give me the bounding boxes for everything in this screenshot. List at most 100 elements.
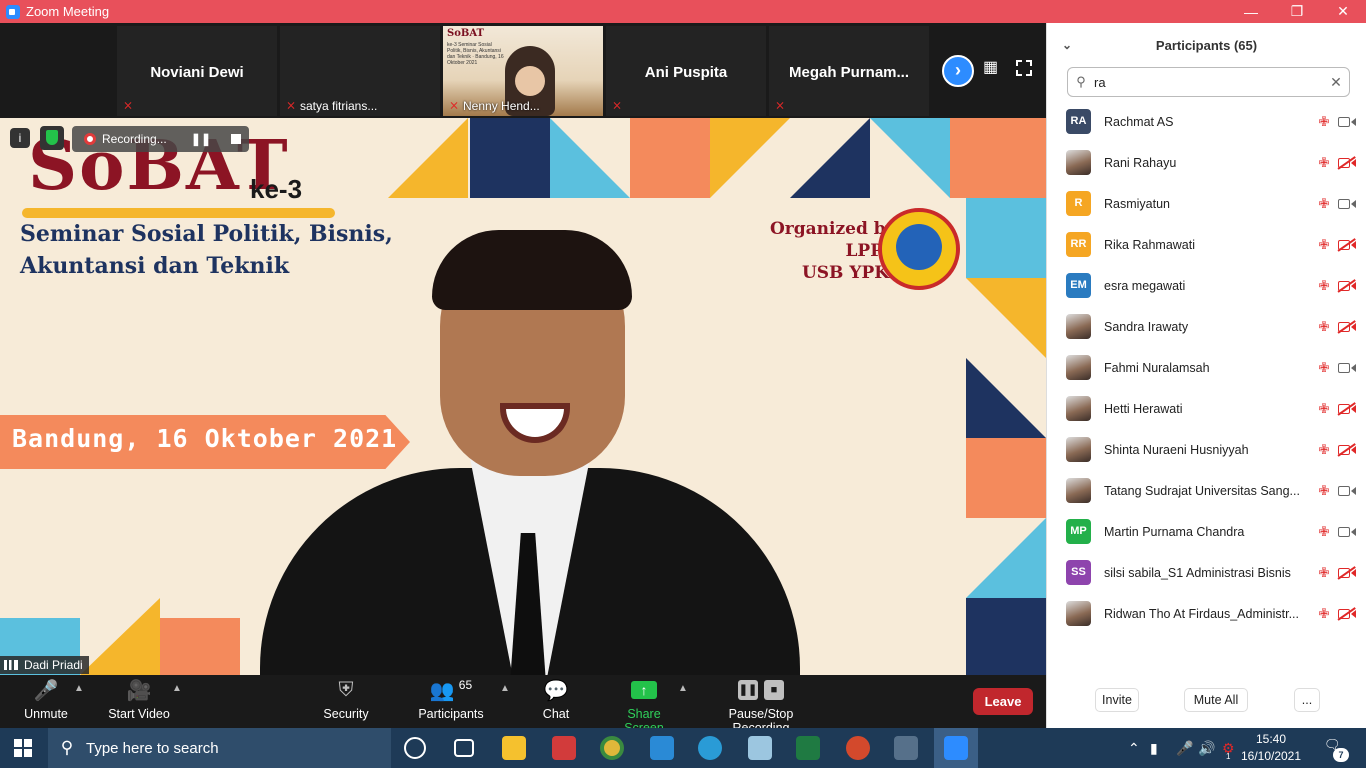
mic-muted-icon[interactable]: ✙	[1312, 114, 1336, 130]
taskbar-search-input[interactable]: ⚲ Type here to search	[48, 728, 391, 768]
participant-row[interactable]: Hetti Herawati ✙	[1047, 388, 1366, 429]
security-button[interactable]: ⛨ Security	[318, 675, 374, 728]
search-icon: ⚲	[60, 738, 74, 757]
video-icon[interactable]	[1336, 361, 1360, 375]
video-off-icon[interactable]	[1336, 238, 1360, 252]
mic-muted-icon[interactable]: ✙	[1312, 524, 1336, 540]
encryption-shield-icon[interactable]	[40, 126, 64, 150]
video-off-icon[interactable]	[1336, 279, 1360, 293]
video-icon[interactable]	[1336, 484, 1360, 498]
video-options-caret-icon[interactable]: ▲	[172, 683, 182, 694]
tray-expand-icon[interactable]: ⌃	[1128, 740, 1140, 757]
participant-row[interactable]: Fahmi Nuralamsah ✙	[1047, 347, 1366, 388]
task-view-icon[interactable]	[454, 739, 474, 757]
participant-row[interactable]: Ridwan Tho At Firdaus_Administr... ✙	[1047, 593, 1366, 634]
mic-muted-icon[interactable]: ✙	[1312, 360, 1336, 376]
participants-button[interactable]: 👥 65 Participants	[415, 675, 487, 728]
share-options-caret-icon[interactable]: ▲	[678, 683, 688, 694]
participant-row[interactable]: Sandra Irawaty ✙	[1047, 306, 1366, 347]
video-icon[interactable]	[1336, 197, 1360, 211]
restore-icon[interactable]: ❐	[1274, 3, 1320, 20]
video-off-icon[interactable]	[1336, 566, 1360, 580]
snipping-tool-icon[interactable]	[894, 736, 918, 760]
close-icon[interactable]: ✕	[1320, 3, 1366, 20]
file-explorer-icon[interactable]	[502, 736, 526, 760]
video-off-icon: 🎥	[126, 679, 152, 702]
taskbar-clock[interactable]: 15:40 16/10/2021	[1236, 731, 1306, 765]
participant-row[interactable]: RA Rachmat AS ✙	[1047, 101, 1366, 142]
slide-subtitle: Seminar Sosial Politik, Bisnis, Akuntans…	[20, 218, 393, 282]
background-square	[950, 118, 1046, 198]
notepad-icon[interactable]	[748, 736, 772, 760]
mute-all-button[interactable]: Mute All	[1184, 688, 1248, 712]
share-screen-button[interactable]: ↑ Share Screen	[606, 675, 682, 735]
participant-row[interactable]: EM esra megawati ✙	[1047, 265, 1366, 306]
avatar: R	[1066, 191, 1091, 216]
video-tile[interactable]: Ani Puspita ⨯	[606, 26, 766, 116]
powerpoint-icon[interactable]	[846, 736, 870, 760]
mic-muted-icon[interactable]: ✙	[1312, 278, 1336, 294]
mic-muted-icon[interactable]: ✙	[1312, 401, 1336, 417]
video-tile[interactable]: ⨯ satya fitrians...	[280, 26, 440, 116]
participant-row[interactable]: Shinta Nuraeni Husniyyah ✙	[1047, 429, 1366, 470]
volume-icon[interactable]: 🔊	[1198, 740, 1215, 757]
zoom-taskbar-icon[interactable]	[944, 736, 968, 760]
mic-muted-icon[interactable]: ✙	[1312, 442, 1336, 458]
video-icon[interactable]	[1336, 525, 1360, 539]
participant-search-input[interactable]: ⚲ ra ✕	[1067, 67, 1350, 97]
pause-recording-icon[interactable]: ❚❚	[191, 132, 211, 146]
start-video-button[interactable]: 🎥 Start Video	[104, 675, 174, 728]
participant-row[interactable]: MP Martin Purnama Chandra ✙	[1047, 511, 1366, 552]
leave-button[interactable]: Leave	[973, 688, 1033, 715]
participant-row[interactable]: SS silsi sabila_S1 Administrasi Bisnis ✙	[1047, 552, 1366, 593]
video-tile-active[interactable]: SoBAT ke-3 Seminar Sosial Politik, Bisni…	[443, 26, 603, 116]
network-icon[interactable]: ▮	[1150, 740, 1158, 757]
excel-icon[interactable]	[796, 736, 820, 760]
pause-stop-recording-button[interactable]: ❚❚ ■ Pause/Stop Recording	[700, 675, 822, 735]
gallery-view-icon[interactable]: ▦	[983, 60, 999, 76]
windows-start-icon[interactable]	[14, 739, 32, 757]
mic-muted-icon[interactable]: ✙	[1312, 606, 1336, 622]
security-label: Security	[323, 707, 369, 721]
unmute-button[interactable]: 🎤 Unmute	[16, 675, 76, 728]
mic-muted-icon[interactable]: ✙	[1312, 196, 1336, 212]
chat-button[interactable]: 💬 Chat	[536, 675, 576, 728]
video-off-icon[interactable]	[1336, 607, 1360, 621]
mic-muted-icon[interactable]: ✙	[1312, 565, 1336, 581]
background-triangle	[790, 118, 870, 198]
mic-muted-icon[interactable]: ✙	[1312, 155, 1336, 171]
video-off-icon[interactable]	[1336, 156, 1360, 170]
audio-options-caret-icon[interactable]: ▲	[74, 683, 84, 694]
cortana-icon[interactable]	[404, 737, 426, 759]
participant-row[interactable]: R Rasmiyatun ✙	[1047, 183, 1366, 224]
more-options-button[interactable]: ...	[1294, 688, 1320, 712]
video-tile[interactable]: Noviani Dewi ⨯	[117, 26, 277, 116]
minimize-icon[interactable]: —	[1228, 4, 1274, 20]
mic-muted-icon[interactable]: ✙	[1312, 483, 1336, 499]
video-off-icon[interactable]	[1336, 320, 1360, 334]
video-off-icon[interactable]	[1336, 402, 1360, 416]
mic-muted-icon[interactable]: ✙	[1312, 237, 1336, 253]
search-value[interactable]: ra	[1094, 75, 1323, 90]
video-tile[interactable]: Megah Purnam... ⨯	[769, 26, 929, 116]
fullscreen-icon[interactable]	[1015, 59, 1033, 77]
chrome-icon[interactable]	[600, 736, 624, 760]
background-square	[160, 618, 240, 675]
mic-muted-icon[interactable]: ✙	[1312, 319, 1336, 335]
next-page-button[interactable]: ›	[942, 55, 974, 87]
video-icon[interactable]	[1336, 115, 1360, 129]
clear-search-icon[interactable]: ✕	[1323, 74, 1349, 91]
participant-row[interactable]: Tatang Sudrajat Universitas Sang... ✙	[1047, 470, 1366, 511]
edge-icon[interactable]	[698, 736, 722, 760]
participant-row[interactable]: RR Rika Rahmawati ✙	[1047, 224, 1366, 265]
mendeley-icon[interactable]	[552, 736, 576, 760]
collapse-panel-icon[interactable]: ⌄	[1047, 38, 1087, 52]
participants-options-caret-icon[interactable]: ▲	[500, 683, 510, 694]
meeting-info-icon[interactable]: i	[10, 128, 30, 148]
vscode-icon[interactable]	[650, 736, 674, 760]
participant-row[interactable]: Rani Rahayu ✙	[1047, 142, 1366, 183]
video-off-icon[interactable]	[1336, 443, 1360, 457]
microphone-icon[interactable]: 🎤	[1176, 740, 1193, 757]
invite-button[interactable]: Invite	[1095, 688, 1139, 712]
stop-recording-icon[interactable]	[231, 134, 241, 144]
